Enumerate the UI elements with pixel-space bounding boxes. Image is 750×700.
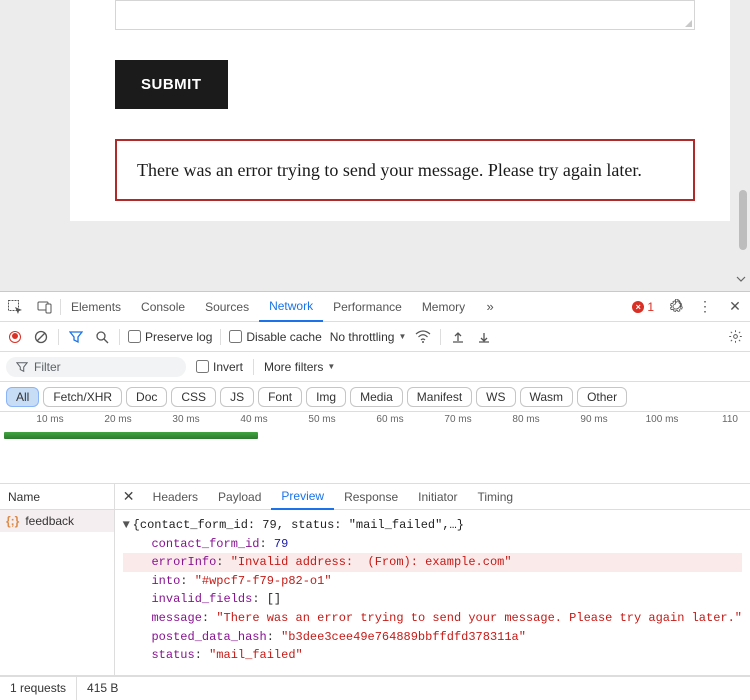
chip-ws[interactable]: WS [476,387,515,407]
funnel-icon [16,361,28,373]
preserve-log-checkbox[interactable]: Preserve log [128,330,212,344]
request-type-chips: All Fetch/XHR Doc CSS JS Font Img Media … [0,382,750,412]
rtab-headers[interactable]: Headers [143,484,208,510]
tick-label: 70 ms [444,414,471,425]
network-body: Name {;} feedback ✕ Headers Payload Prev… [0,484,750,676]
rtab-payload[interactable]: Payload [208,484,271,510]
response-tabs: ✕ Headers Payload Preview Response Initi… [115,484,750,510]
chip-css[interactable]: CSS [171,387,216,407]
search-icon[interactable] [93,328,111,346]
error-count-text: 1 [647,300,654,314]
message-textarea[interactable] [115,0,695,30]
chip-img[interactable]: Img [306,387,346,407]
inspect-element-icon[interactable] [3,295,27,319]
download-har-icon[interactable] [475,328,493,346]
rtab-preview[interactable]: Preview [271,484,334,510]
rtab-initiator[interactable]: Initiator [408,484,467,510]
tab-performance[interactable]: Performance [323,292,412,322]
page-scrollbar[interactable] [739,190,747,250]
devtools-tabs: Elements Console Sources Network Perform… [0,292,750,322]
tab-console[interactable]: Console [131,292,195,322]
network-status-bar: 1 requests 415 B [0,676,750,700]
settings-icon[interactable] [663,295,687,319]
clear-icon[interactable] [32,328,50,346]
request-detail: ✕ Headers Payload Preview Response Initi… [115,484,750,675]
chip-js[interactable]: JS [220,387,254,407]
tab-elements[interactable]: Elements [61,292,131,322]
tick-label: 80 ms [512,414,539,425]
request-row-feedback[interactable]: {;} feedback [0,510,114,532]
filter-placeholder: Filter [34,360,61,374]
chip-fetchxhr[interactable]: Fetch/XHR [43,387,122,407]
tick-label: 50 ms [308,414,335,425]
rtab-timing[interactable]: Timing [468,484,524,510]
chip-manifest[interactable]: Manifest [407,387,472,407]
rtab-response[interactable]: Response [334,484,408,510]
upload-har-icon[interactable] [449,328,467,346]
close-devtools-icon[interactable]: ✕ [723,295,747,319]
tab-network[interactable]: Network [259,292,323,322]
network-settings-icon[interactable] [726,328,744,346]
more-filters-dropdown[interactable]: More filters▼ [264,360,335,374]
device-toolbar-icon[interactable] [33,295,57,319]
status-requests: 1 requests [0,677,77,700]
error-icon: × [632,301,644,313]
record-button[interactable] [6,328,24,346]
tick-label: 40 ms [240,414,267,425]
chip-doc[interactable]: Doc [126,387,167,407]
tick-label: 30 ms [172,414,199,425]
request-list: Name {;} feedback [0,484,115,675]
contact-form: SUBMIT There was an error trying to send… [70,0,730,221]
tick-label: 20 ms [104,414,131,425]
wifi-icon[interactable] [414,328,432,346]
chip-font[interactable]: Font [258,387,302,407]
chip-wasm[interactable]: Wasm [520,387,574,407]
tick-label: 10 ms [36,414,63,425]
throttling-dropdown[interactable]: No throttling▼ [330,330,407,344]
more-tabs-icon[interactable]: » [478,295,502,319]
kebab-menu-icon[interactable]: ⋮ [693,295,717,319]
close-detail-icon[interactable]: ✕ [115,488,143,505]
tab-sources[interactable]: Sources [195,292,259,322]
status-size: 415 B [77,677,128,700]
chip-other[interactable]: Other [577,387,627,407]
tick-label: 90 ms [580,414,607,425]
filter-bar: Filter Invert More filters▼ [0,352,750,382]
timeline-bar [4,432,258,439]
scroll-down-icon[interactable] [735,273,747,285]
request-name-text: feedback [25,514,74,528]
tick-label: 100 ms [646,414,679,425]
form-error-message: There was an error trying to send your m… [115,139,695,201]
error-count-badge[interactable]: × 1 [632,300,654,314]
network-toolbar: Preserve log Disable cache No throttling… [0,322,750,352]
invert-checkbox[interactable]: Invert [196,360,243,374]
filter-input[interactable]: Filter [6,357,186,377]
submit-button[interactable]: SUBMIT [115,60,228,109]
name-column-header[interactable]: Name [0,484,114,510]
filter-toggle-icon[interactable] [67,328,85,346]
devtools-panel: Elements Console Sources Network Perform… [0,291,750,700]
chip-media[interactable]: Media [350,387,403,407]
json-preview[interactable]: ▼{contact_form_id: 79, status: "mail_fai… [115,510,750,675]
network-timeline[interactable]: 10 ms 20 ms 30 ms 40 ms 50 ms 60 ms 70 m… [0,412,750,484]
page-content: SUBMIT There was an error trying to send… [0,0,750,291]
tick-label: 60 ms [376,414,403,425]
tick-label: 110 [722,414,738,425]
tab-memory[interactable]: Memory [412,292,475,322]
json-icon: {;} [6,514,19,528]
chip-all[interactable]: All [6,387,39,407]
disable-cache-checkbox[interactable]: Disable cache [229,330,321,344]
